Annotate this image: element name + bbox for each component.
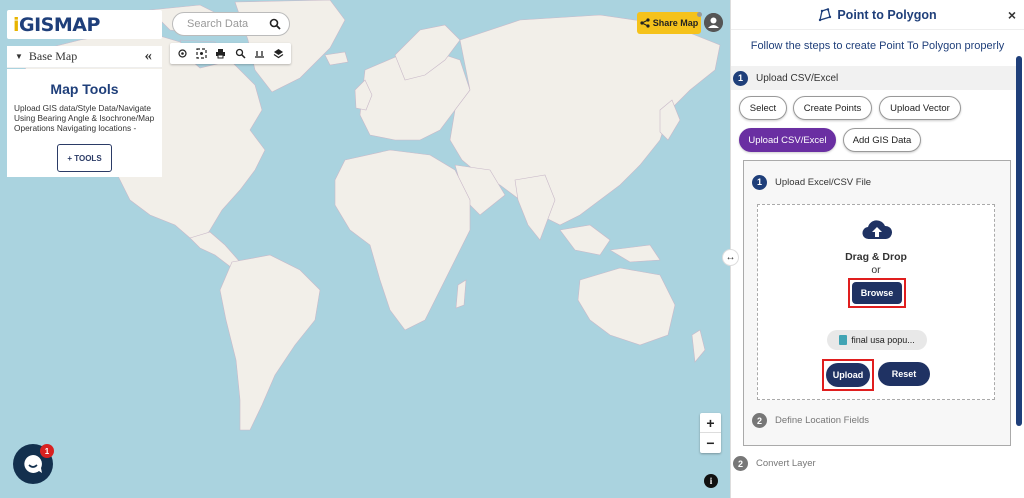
selected-file-chip: final usa popu... [827,330,927,350]
step-number: 2 [733,456,748,471]
user-avatar-icon[interactable] [704,13,723,32]
tools-button[interactable]: + TOOLS [57,144,112,172]
zoom-in-button[interactable]: + [700,413,721,433]
drop-zone[interactable]: Drag & Drop or Browse final usa popu... … [757,204,995,400]
upload-highlight: Upload [822,359,874,391]
target-icon[interactable] [195,47,209,61]
layers-icon[interactable] [271,47,285,61]
share-icon [640,18,650,28]
upload-file-header[interactable]: 1 Upload Excel/CSV File [752,171,1000,193]
step-upload-csv[interactable]: 1 Upload CSV/Excel [731,66,1016,90]
map-canvas[interactable]: iGISMAP Search Data ▼ Base Map « Map Too… [0,0,730,498]
step-define-location-fields[interactable]: 2 Define Location Fields [752,413,869,428]
cloud-upload-icon [862,220,893,240]
info-icon[interactable]: i [704,474,718,488]
point-to-polygon-panel: Point to Polygon × Follow the steps to c… [730,0,1024,498]
map-tools-panel: Map Tools Upload GIS data/Style Data/Nav… [7,69,162,177]
zoom-out-button[interactable]: − [700,433,721,453]
map-toolbar [170,43,291,64]
polygon-icon [819,7,832,21]
app-logo[interactable]: iGISMAP [7,10,162,39]
upload-vector-button[interactable]: Upload Vector [879,96,961,120]
collapse-icon[interactable]: « [145,48,153,65]
share-map-button[interactable]: Share Map [637,12,701,34]
substep-number: 1 [752,174,767,190]
file-name: final usa popu... [851,335,915,345]
step-number: 2 [752,413,767,428]
step-label: Convert Layer [756,458,816,469]
resize-handle-icon[interactable]: ↔ [722,249,739,266]
file-icon [839,335,848,345]
browse-button[interactable]: Browse [852,282,902,304]
panel-subtitle: Follow the steps to create Point To Poly… [750,40,1005,52]
base-map-toggle[interactable]: ▼ Base Map « [7,46,162,68]
map-tools-description: Upload GIS data/Style Data/Navigate Usin… [14,103,155,133]
caret-down-icon: ▼ [15,52,23,61]
close-icon[interactable]: × [1008,7,1016,23]
upload-button[interactable]: Upload [826,363,870,387]
measure-icon[interactable] [252,47,266,61]
locate-icon[interactable] [176,47,190,61]
zoom-search-icon[interactable] [233,47,247,61]
search-input[interactable]: Search Data [172,12,290,36]
share-map-label: Share Map [652,18,699,28]
step-convert-layer[interactable]: 2 Convert Layer [731,456,816,471]
select-button[interactable]: Select [739,96,787,120]
chat-badge: 1 [40,444,54,458]
search-placeholder: Search Data [187,18,249,30]
upload-file-section: 1 Upload Excel/CSV File Drag & Drop or B… [743,160,1011,446]
panel-header: Point to Polygon × [731,0,1024,30]
add-gis-data-button[interactable]: Add GIS Data [843,128,921,152]
step-label: Define Location Fields [775,415,869,426]
map-tools-title: Map Tools [50,81,119,97]
chat-icon [24,455,42,473]
panel-title: Point to Polygon [837,7,937,22]
or-text: or [871,264,881,276]
logo-text: GISMAP [19,13,100,36]
notification-dot [697,12,702,17]
browse-highlight: Browse [848,278,906,308]
print-icon[interactable] [214,47,228,61]
reset-button[interactable]: Reset [878,362,930,386]
step-label: Upload CSV/Excel [756,72,839,84]
upload-csv-button[interactable]: Upload CSV/Excel [739,128,836,152]
zoom-control: + − [700,413,721,453]
scrollbar[interactable] [1016,56,1022,426]
base-map-label: Base Map [28,49,78,63]
create-points-button[interactable]: Create Points [793,96,872,120]
step-number: 1 [733,70,748,86]
search-icon[interactable] [269,18,281,30]
upload-file-label: Upload Excel/CSV File [775,176,872,188]
drag-drop-text: Drag & Drop [845,251,907,263]
